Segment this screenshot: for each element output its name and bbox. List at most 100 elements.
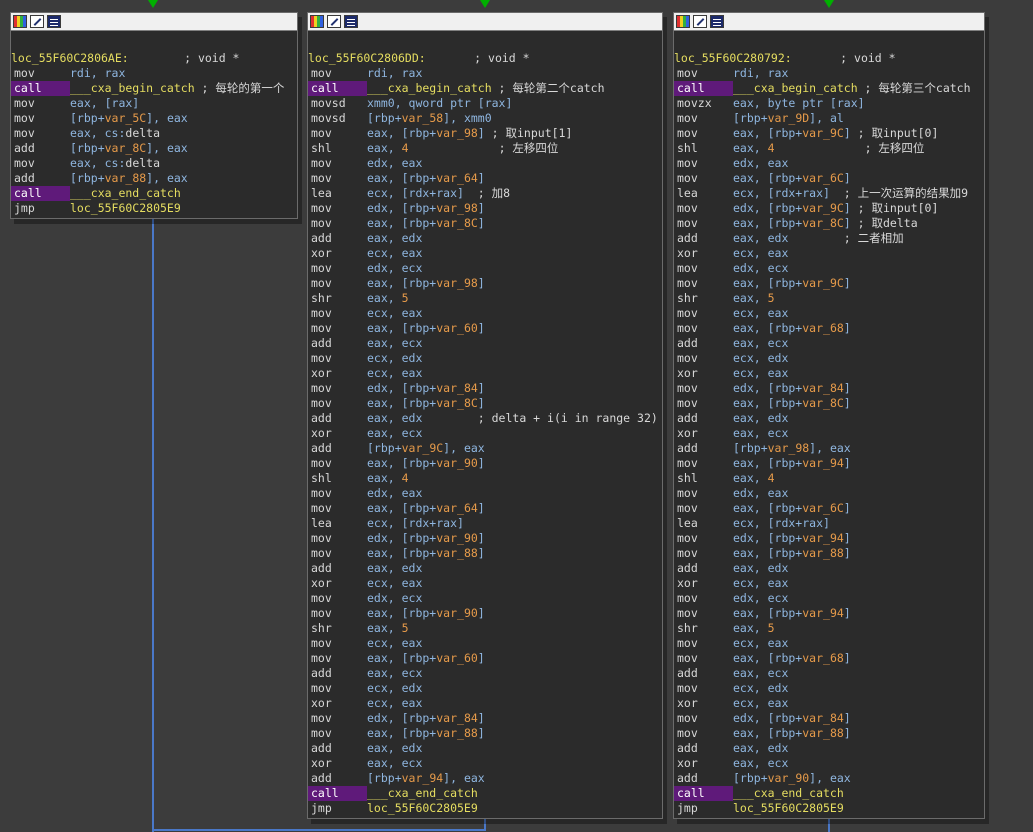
instruction-line[interactable]: mov edx, [rbp+var_90]: [308, 531, 662, 546]
instruction-line[interactable]: add [rbp+var_90], eax: [674, 771, 984, 786]
variable-ref[interactable]: var_9C: [802, 201, 844, 215]
instruction-line[interactable]: xor eax, ecx: [674, 756, 984, 771]
graph-view-icon[interactable]: [710, 15, 724, 28]
variable-ref[interactable]: var_68: [802, 651, 844, 665]
instruction-line[interactable]: add eax, edx: [674, 561, 984, 576]
symbol-ref[interactable]: loc_55F60C2805E9: [70, 201, 181, 215]
variable-ref[interactable]: var_64: [436, 501, 478, 515]
variable-ref[interactable]: var_60: [436, 651, 478, 665]
label-name[interactable]: loc_55F60C2806DD:: [308, 51, 426, 66]
color-palette-icon[interactable]: [676, 15, 690, 28]
instruction-line[interactable]: call ___cxa_end_catch: [308, 786, 662, 801]
instruction-line[interactable]: mov ecx, edx: [674, 681, 984, 696]
instruction-line[interactable]: mov rdi, rax: [674, 66, 984, 81]
variable-ref[interactable]: var_98: [436, 126, 478, 140]
instruction-line[interactable]: add eax, ecx: [308, 336, 662, 351]
instruction-line[interactable]: mov eax, [rbp+var_90]: [308, 606, 662, 621]
instruction-line[interactable]: mov eax, cs:delta: [11, 156, 297, 171]
instruction-line[interactable]: mov edx, ecx: [674, 591, 984, 606]
instruction-line[interactable]: shl eax, 4: [308, 471, 662, 486]
instruction-line[interactable]: xor ecx, eax: [308, 246, 662, 261]
graph-view-icon[interactable]: [344, 15, 358, 28]
instruction-line[interactable]: add eax, edx: [674, 411, 984, 426]
instruction-line[interactable]: xor eax, ecx: [674, 426, 984, 441]
instruction-line[interactable]: mov ecx, eax: [674, 306, 984, 321]
edit-pencil-icon[interactable]: [693, 15, 707, 28]
code-block-node[interactable]: loc_55F60C2806DD: ; void * mov rdi, rax ca…: [307, 12, 663, 819]
instruction-line[interactable]: xor eax, ecx: [308, 756, 662, 771]
instruction-line[interactable]: mov eax, [rbp+var_64]: [308, 171, 662, 186]
variable-ref[interactable]: var_84: [436, 381, 478, 395]
instruction-line[interactable]: shl eax, 4 ; 左移四位: [674, 141, 984, 156]
variable-ref[interactable]: var_88: [802, 726, 844, 740]
variable-ref[interactable]: var_64: [436, 171, 478, 185]
variable-ref[interactable]: var_8C: [436, 216, 478, 230]
instruction-line[interactable]: mov eax, [rbp+var_68]: [674, 651, 984, 666]
label-name[interactable]: loc_55F60C2806AE:: [11, 51, 129, 66]
symbol-ref[interactable]: ___cxa_begin_catch: [367, 81, 492, 95]
variable-ref[interactable]: var_88: [436, 726, 478, 740]
instruction-line[interactable]: mov rdi, rax: [11, 66, 297, 81]
instruction-line[interactable]: add [rbp+var_8C], eax: [11, 141, 297, 156]
instruction-line[interactable]: mov edx, eax: [308, 156, 662, 171]
symbol-ref[interactable]: ___cxa_end_catch: [70, 186, 181, 200]
instruction-line[interactable]: mov edx, eax: [674, 486, 984, 501]
instruction-line[interactable]: lea ecx, [rdx+rax]: [308, 516, 662, 531]
instruction-line[interactable]: mov rdi, rax: [308, 66, 662, 81]
instruction-line[interactable]: mov eax, [rbp+var_8C]: [308, 216, 662, 231]
variable-ref[interactable]: var_5C: [105, 111, 147, 125]
instruction-line[interactable]: shr eax, 5: [308, 621, 662, 636]
instruction-line[interactable]: movsd xmm0, qword ptr [rax]: [308, 96, 662, 111]
instruction-line[interactable]: add eax, edx: [308, 231, 662, 246]
instruction-line[interactable]: mov ecx, edx: [308, 351, 662, 366]
variable-ref[interactable]: var_6C: [802, 501, 844, 515]
instruction-line[interactable]: mov eax, [rbp+var_8C] ; 取delta: [674, 216, 984, 231]
graph-view-icon[interactable]: [47, 15, 61, 28]
instruction-line[interactable]: add [rbp+var_98], eax: [674, 441, 984, 456]
instruction-line[interactable]: mov ecx, edx: [674, 351, 984, 366]
variable-ref[interactable]: var_9C: [802, 126, 844, 140]
instruction-line[interactable]: mov edx, eax: [308, 486, 662, 501]
instruction-line[interactable]: mov edx, [rbp+var_98]: [308, 201, 662, 216]
variable-ref[interactable]: var_98: [768, 441, 810, 455]
instruction-line[interactable]: xor eax, ecx: [308, 426, 662, 441]
instruction-line[interactable]: add [rbp+var_9C], eax: [308, 441, 662, 456]
instruction-line[interactable]: add eax, edx: [308, 741, 662, 756]
instruction-line[interactable]: mov eax, [rbp+var_9C]: [674, 276, 984, 291]
instruction-line[interactable]: add eax, edx: [674, 741, 984, 756]
code-block-node[interactable]: loc_55F60C2806AE: ; void * mov rdi, rax ca…: [10, 12, 298, 219]
instruction-line[interactable]: mov eax, [rbp+var_64]: [308, 501, 662, 516]
instruction-line[interactable]: mov edx, [rbp+var_84]: [308, 711, 662, 726]
symbol-ref[interactable]: ___cxa_begin_catch: [733, 81, 858, 95]
instruction-line[interactable]: xor ecx, eax: [308, 366, 662, 381]
instruction-line[interactable]: lea ecx, [rdx+rax] ; 加8: [308, 186, 662, 201]
instruction-line[interactable]: mov edx, ecx: [308, 261, 662, 276]
instruction-line[interactable]: add eax, edx: [308, 561, 662, 576]
instruction-line[interactable]: shr eax, 5: [674, 291, 984, 306]
instruction-line[interactable]: mov eax, cs:delta: [11, 126, 297, 141]
instruction-line[interactable]: xor ecx, eax: [674, 576, 984, 591]
instruction-line[interactable]: mov eax, [rbp+var_94]: [674, 606, 984, 621]
instruction-line[interactable]: xor ecx, eax: [674, 696, 984, 711]
instruction-line[interactable]: shl eax, 4 ; 左移四位: [308, 141, 662, 156]
instruction-line[interactable]: call ___cxa_begin_catch ; 每轮的第一个: [11, 81, 297, 96]
instruction-line[interactable]: mov edx, ecx: [674, 261, 984, 276]
symbol-ref[interactable]: loc_55F60C2805E9: [367, 801, 478, 815]
instruction-line[interactable]: mov eax, [rbp+var_88]: [308, 546, 662, 561]
variable-ref[interactable]: var_9C: [802, 276, 844, 290]
instruction-line[interactable]: mov eax, [rax]: [11, 96, 297, 111]
variable-ref[interactable]: var_60: [436, 321, 478, 335]
variable-ref[interactable]: var_8C: [436, 396, 478, 410]
instruction-line[interactable]: mov eax, [rbp+var_8C]: [308, 396, 662, 411]
block-label[interactable]: loc_55F60C280792: ; void *: [674, 51, 984, 66]
variable-ref[interactable]: var_68: [802, 321, 844, 335]
instruction-line[interactable]: jmp loc_55F60C2805E9: [674, 801, 984, 816]
instruction-line[interactable]: mov edx, [rbp+var_94]: [674, 531, 984, 546]
variable-ref[interactable]: var_88: [436, 546, 478, 560]
variable-ref[interactable]: var_90: [436, 456, 478, 470]
instruction-line[interactable]: mov edx, eax: [674, 156, 984, 171]
instruction-line[interactable]: mov eax, [rbp+var_68]: [674, 321, 984, 336]
instruction-line[interactable]: mov eax, [rbp+var_98]: [308, 276, 662, 291]
instruction-line[interactable]: mov eax, [rbp+var_98] ; 取input[1]: [308, 126, 662, 141]
instruction-line[interactable]: xor ecx, eax: [308, 696, 662, 711]
